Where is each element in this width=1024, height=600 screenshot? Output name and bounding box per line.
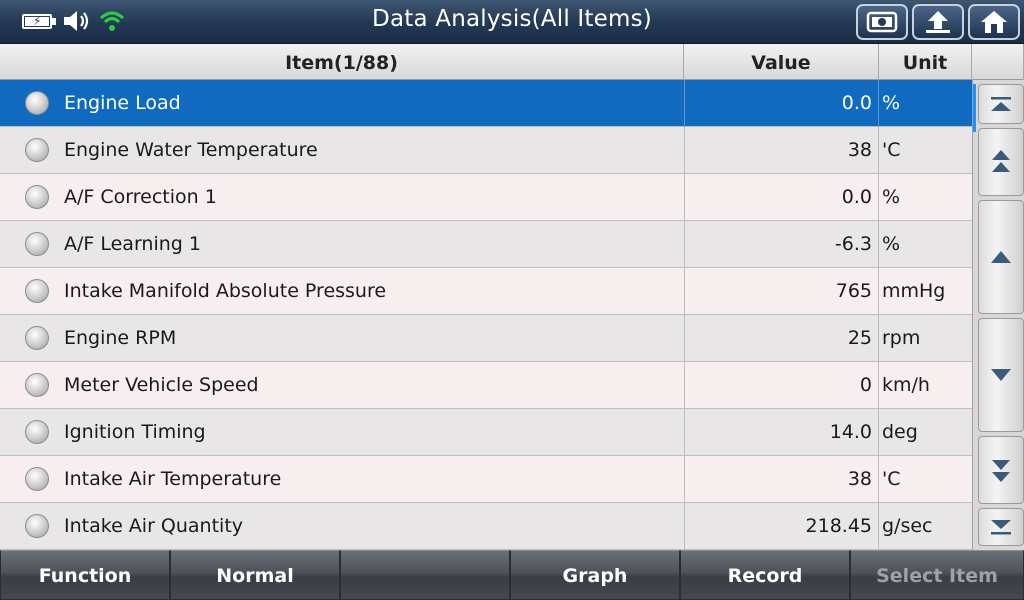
page-down-button[interactable]: [978, 436, 1024, 504]
item-name: Intake Manifold Absolute Pressure: [64, 280, 387, 302]
item-value: -6.3: [684, 221, 879, 268]
double-chevron-down-icon: [992, 460, 1010, 482]
item-name: A/F Learning 1: [64, 233, 201, 255]
table-row[interactable]: Engine Water Temperature 38 'C: [0, 127, 972, 174]
item-unit: mmHg: [882, 280, 946, 302]
item-value: 25: [684, 315, 879, 362]
item-value: 0.0: [684, 174, 879, 221]
home-icon: [981, 11, 1007, 33]
column-header-value: Value: [684, 44, 879, 80]
item-unit: g/sec: [882, 515, 933, 537]
table-row[interactable]: Engine RPM 25 rpm: [0, 315, 972, 362]
data-table: Engine Load 0.0 % Engine Water Temperatu…: [0, 80, 972, 550]
screenshot-button[interactable]: [856, 4, 908, 40]
item-unit: km/h: [882, 374, 930, 396]
scroll-down-button[interactable]: [978, 318, 1024, 432]
radio-button[interactable]: [25, 185, 49, 209]
scroll-column: [972, 80, 1024, 550]
radio-button[interactable]: [25, 420, 49, 444]
table-row[interactable]: Engine Load 0.0 %: [0, 80, 972, 127]
function-button[interactable]: Function: [0, 550, 170, 600]
item-name: Intake Air Temperature: [64, 468, 282, 490]
item-unit: 'C: [882, 468, 901, 490]
radio-button[interactable]: [25, 326, 49, 350]
normal-button[interactable]: Normal: [170, 550, 340, 600]
item-value: 765: [684, 268, 879, 315]
table-row[interactable]: Intake Air Quantity 218.45 g/sec: [0, 503, 972, 550]
scroll-bottom-icon: [991, 520, 1011, 535]
item-unit: %: [882, 233, 901, 255]
column-header-unit: Unit: [879, 44, 972, 80]
scroll-indicator[interactable]: [973, 84, 976, 132]
item-value: 38: [684, 127, 879, 174]
table-row[interactable]: Intake Manifold Absolute Pressure 765 mm…: [0, 268, 972, 315]
item-value: 0: [684, 362, 879, 409]
table-row[interactable]: Meter Vehicle Speed 0 km/h: [0, 362, 972, 409]
item-name: A/F Correction 1: [64, 186, 217, 208]
scroll-up-button[interactable]: [978, 200, 1024, 314]
bottom-toolbar: Function Normal Graph Record Select Item: [0, 550, 1024, 600]
radio-button[interactable]: [25, 91, 49, 115]
back-button[interactable]: [912, 4, 964, 40]
radio-button[interactable]: [25, 514, 49, 538]
page-up-button[interactable]: [978, 128, 1024, 196]
select-item-button[interactable]: Select Item: [850, 550, 1024, 600]
item-name: Engine RPM: [64, 327, 177, 349]
item-value: 14.0: [684, 409, 879, 456]
item-value: 38: [684, 456, 879, 503]
radio-button[interactable]: [25, 279, 49, 303]
record-button[interactable]: Record: [680, 550, 850, 600]
column-header-item: Item(1/88): [0, 44, 684, 80]
item-unit: rpm: [882, 327, 921, 349]
title-bar: ⚡ Data Analysis(All Items): [0, 0, 1024, 44]
item-unit: %: [882, 92, 901, 114]
home-button[interactable]: [968, 4, 1020, 40]
chevron-up-icon: [991, 251, 1011, 263]
table-row[interactable]: Intake Air Temperature 38 'C: [0, 456, 972, 503]
item-name: Engine Load: [64, 92, 181, 114]
table-row[interactable]: A/F Learning 1 -6.3 %: [0, 221, 972, 268]
double-chevron-up-icon: [992, 150, 1010, 172]
item-unit: 'C: [882, 139, 901, 161]
item-name: Meter Vehicle Speed: [64, 374, 259, 396]
radio-button[interactable]: [25, 467, 49, 491]
radio-button[interactable]: [25, 373, 49, 397]
item-value: 0.0: [684, 80, 879, 127]
scroll-top-button[interactable]: [978, 84, 1024, 124]
radio-button[interactable]: [25, 232, 49, 256]
screenshot-icon: [866, 11, 898, 33]
item-value: 218.45: [684, 503, 879, 550]
column-header-blank: [972, 44, 1024, 80]
item-name: Ignition Timing: [64, 421, 206, 443]
back-icon: [926, 11, 950, 33]
table-row[interactable]: Ignition Timing 14.0 deg: [0, 409, 972, 456]
item-name: Engine Water Temperature: [64, 139, 318, 161]
item-name: Intake Air Quantity: [64, 515, 244, 537]
item-unit: deg: [882, 421, 918, 443]
radio-button[interactable]: [25, 138, 49, 162]
table-header: Item(1/88) Value Unit: [0, 44, 1024, 80]
chevron-down-icon: [991, 369, 1011, 381]
scroll-top-icon: [991, 97, 1011, 111]
scroll-bottom-button[interactable]: [978, 508, 1024, 546]
graph-button[interactable]: Graph: [510, 550, 680, 600]
item-unit: %: [882, 186, 901, 208]
empty-button[interactable]: [340, 550, 510, 600]
table-row[interactable]: A/F Correction 1 0.0 %: [0, 174, 972, 221]
